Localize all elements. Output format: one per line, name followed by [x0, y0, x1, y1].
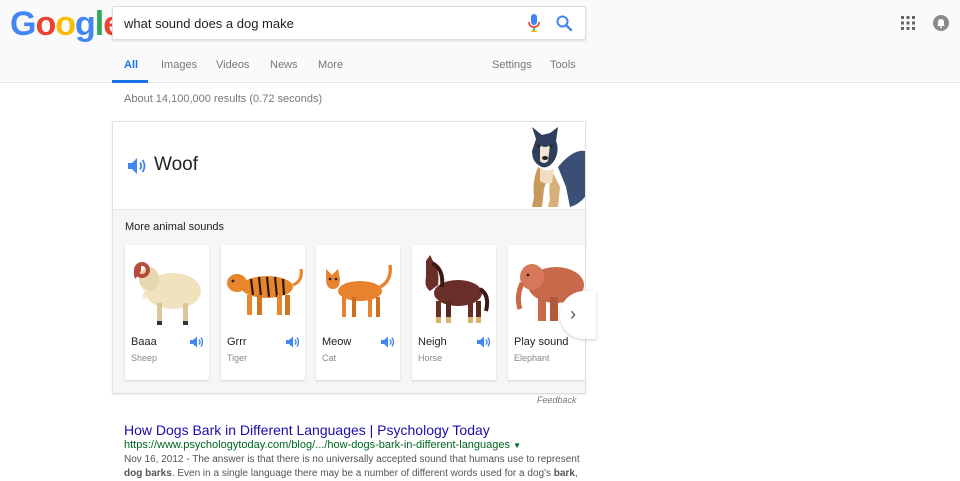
result-title-link[interactable]: How Dogs Bark in Different Languages | P…	[124, 422, 490, 438]
search-box	[112, 6, 586, 40]
tab-videos[interactable]: Videos	[216, 59, 249, 71]
tab-news[interactable]: News	[270, 59, 298, 71]
animal-sound-label: Baaa	[131, 336, 157, 348]
animal-name-label: Cat	[322, 353, 337, 363]
snippet-text: - The answer is that there is no univers…	[183, 454, 580, 465]
logo-letter: o	[35, 5, 56, 43]
animal-card-cat[interactable]: Meow Cat	[316, 245, 400, 380]
tab-tools[interactable]: Tools	[550, 59, 576, 71]
animal-name-label: Elephant	[514, 353, 550, 363]
snippet-text: . Even in a single language there may be…	[171, 468, 554, 479]
result-url-text: https://www.psychologytoday.com/blog/...…	[124, 439, 511, 451]
animal-name-label: Horse	[418, 353, 443, 363]
logo-letter: o	[55, 5, 76, 43]
tab-settings[interactable]: Settings	[492, 59, 532, 71]
speaker-icon[interactable]	[285, 335, 301, 349]
tab-images[interactable]: Images	[161, 59, 197, 71]
animal-sound-label: Grrr	[227, 336, 247, 348]
speaker-icon[interactable]	[126, 155, 148, 177]
animal-sound-label: Play sound	[514, 336, 569, 348]
search-icon[interactable]	[555, 13, 573, 33]
animal-sounds-card: Woof More animal sounds Baaa Sheep Grrr …	[112, 121, 586, 394]
animal-card-tiger[interactable]: Grrr Tiger	[221, 245, 305, 380]
dog-illustration	[532, 127, 585, 207]
notifications-icon[interactable]	[933, 15, 949, 31]
main-sound-label: Woof	[154, 154, 199, 175]
more-sounds-title: More animal sounds	[125, 221, 225, 233]
logo-letter: g	[75, 5, 96, 43]
result-stats: About 14,100,000 results (0.72 seconds)	[124, 93, 323, 105]
active-tab-indicator	[112, 80, 148, 83]
main-sound-panel: Woof	[113, 122, 585, 209]
chevron-right-icon: ›	[570, 304, 576, 324]
snippet-highlight: dog barks	[124, 468, 172, 479]
tiger-illustration	[227, 268, 303, 315]
logo-letter: G	[10, 5, 36, 43]
microphone-icon[interactable]	[527, 13, 541, 33]
speaker-icon[interactable]	[380, 335, 396, 349]
tab-more[interactable]: More	[318, 59, 343, 71]
snippet-highlight: bark	[553, 468, 575, 479]
speaker-icon[interactable]	[476, 335, 492, 349]
cat-illustration	[326, 264, 392, 317]
sheep-illustration	[133, 262, 201, 325]
search-tabs: All Images Videos News More Settings Too…	[0, 52, 960, 82]
header-bar: Google All Images Videos News M	[0, 0, 960, 83]
animal-card-sheep[interactable]: Baaa Sheep	[125, 245, 209, 380]
speaker-icon[interactable]	[189, 335, 205, 349]
result-date: Nov 16, 2012	[124, 454, 184, 465]
logo-letter: l	[94, 5, 105, 43]
animal-sound-label: Neigh	[418, 336, 447, 348]
bell-icon	[937, 19, 945, 29]
url-dropdown-icon[interactable]: ▼	[513, 441, 521, 450]
snippet-text: ,	[574, 468, 578, 479]
tab-all[interactable]: All	[124, 59, 138, 71]
feedback-link[interactable]: Feedback	[537, 395, 577, 405]
google-logo[interactable]: Google	[10, 5, 122, 44]
result-url[interactable]: https://www.psychologytoday.com/blog/...…	[124, 439, 521, 451]
result-snippet: Nov 16, 2012 - The answer is that there …	[124, 453, 584, 481]
animal-card-horse[interactable]: Neigh Horse	[412, 245, 496, 380]
search-input[interactable]	[124, 7, 514, 39]
more-sounds-panel: More animal sounds Baaa Sheep Grrr Tiger…	[113, 210, 585, 393]
animal-name-label: Tiger	[227, 353, 248, 363]
horse-illustration	[425, 255, 490, 323]
animal-name-label: Sheep	[131, 353, 158, 363]
animal-sound-label: Meow	[322, 336, 352, 348]
apps-grid-icon[interactable]	[900, 15, 916, 31]
